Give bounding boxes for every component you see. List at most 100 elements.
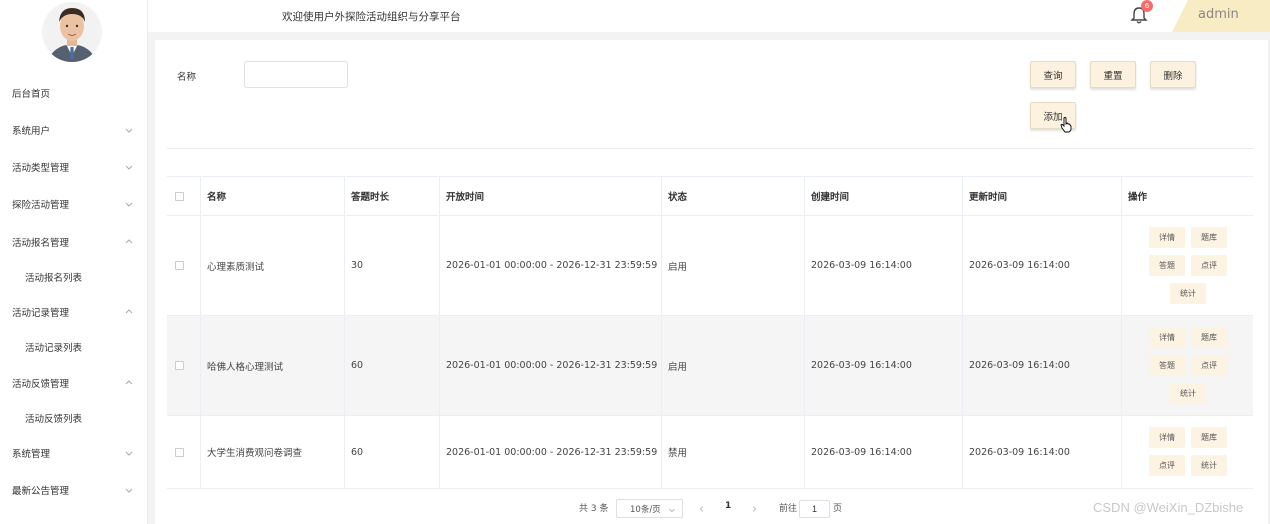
cell-open-time: 2026-01-01 00:00:00 - 2026-12-31 23:59:5…: [439, 416, 661, 488]
cell-updated: 2026-03-09 16:14:00: [962, 416, 1121, 488]
name-search-input[interactable]: [244, 61, 348, 88]
row-checkbox[interactable]: [175, 261, 184, 270]
chevron-up-icon: [125, 309, 133, 314]
row-checkbox[interactable]: [175, 447, 184, 457]
chevron-down-icon: [125, 451, 133, 456]
sidebar: 后台首页 系统用户 活动类型管理 探险活动管理 活动报名管理 活动报名列表 活动…: [0, 0, 148, 524]
username[interactable]: admin: [1198, 7, 1239, 22]
row-checkbox[interactable]: [175, 361, 184, 370]
review-button[interactable]: 点评: [1191, 255, 1227, 276]
sidebar-item-record-list[interactable]: 活动记录列表: [0, 329, 147, 365]
header-duration[interactable]: 答题时长: [344, 177, 439, 215]
next-page-icon[interactable]: [750, 505, 758, 513]
notification-badge: 6: [1141, 0, 1153, 12]
cell-actions: 详情 题库 答题 点评 统计: [1121, 216, 1253, 315]
cell-created: 2026-03-09 16:14:00: [804, 216, 962, 315]
sidebar-item-registration-mgmt[interactable]: 活动报名管理: [0, 224, 147, 260]
sidebar-item-label: 系统用户: [12, 126, 51, 137]
cell-duration: 30: [344, 216, 439, 315]
chevron-up-icon: [125, 239, 133, 244]
header-status[interactable]: 状态: [661, 177, 804, 215]
question-bank-button[interactable]: 题库: [1191, 427, 1227, 448]
sidebar-item-activity-types[interactable]: 活动类型管理: [0, 149, 147, 185]
table-row[interactable]: 哈佛人格心理测试 60 2026-01-01 00:00:00 - 2026-1…: [167, 316, 1253, 416]
sidebar-item-system-mgmt[interactable]: 系统管理: [0, 435, 147, 471]
cell-actions: 详情 题库 答题 点评 统计: [1121, 316, 1253, 415]
chevron-up-icon: [125, 380, 133, 385]
header-open-time[interactable]: 开放时间: [439, 177, 661, 215]
chevron-down-icon: [125, 165, 133, 170]
table-row[interactable]: 心理素质测试 30 2026-01-01 00:00:00 - 2026-12-…: [167, 216, 1253, 316]
sidebar-item-announcement-mgmt[interactable]: 最新公告管理: [0, 472, 147, 508]
goto-label: 前往: [779, 504, 798, 514]
page-size-value: 10条/页: [630, 504, 661, 515]
cell-name: 大学生消费观问卷调查: [200, 416, 344, 488]
cell-duration: 60: [344, 416, 439, 488]
sidebar-item-system-users[interactable]: 系统用户: [0, 112, 147, 148]
cell-open-time: 2026-01-01 00:00:00 - 2026-12-31 23:59:5…: [439, 316, 661, 415]
sidebar-item-label: 活动记录列表: [25, 343, 83, 354]
current-page-number[interactable]: 1: [725, 501, 731, 511]
review-button[interactable]: 点评: [1149, 455, 1185, 476]
prev-page-icon[interactable]: [698, 505, 706, 513]
page-size-select[interactable]: 10条/页: [616, 499, 683, 518]
sidebar-item-feedback-mgmt[interactable]: 活动反馈管理: [0, 365, 147, 401]
row-checkbox-cell: [167, 216, 200, 315]
watermark: CSDN @WeiXin_DZbishe: [1093, 500, 1244, 515]
reset-button[interactable]: 重置: [1090, 61, 1136, 88]
sidebar-item-label: 系统管理: [12, 449, 51, 460]
cell-status: 启用: [661, 216, 804, 315]
cell-status: 启用: [661, 316, 804, 415]
header-checkbox-cell: [167, 177, 200, 215]
sidebar-item-label: 活动记录管理: [12, 308, 70, 319]
header-actions: 操作: [1121, 177, 1253, 215]
sidebar-item-home[interactable]: 后台首页: [0, 75, 147, 111]
sidebar-item-label: 活动报名列表: [25, 273, 83, 284]
goto-page-input[interactable]: [799, 500, 830, 518]
query-button[interactable]: 查询: [1030, 61, 1076, 88]
chevron-down-icon: [125, 488, 133, 493]
search-label: 名称: [177, 72, 197, 83]
cell-updated: 2026-03-09 16:14:00: [962, 216, 1121, 315]
sidebar-item-label: 后台首页: [12, 89, 51, 100]
sidebar-item-record-mgmt[interactable]: 活动记录管理: [0, 294, 147, 330]
header-created[interactable]: 创建时间: [804, 177, 962, 215]
avatar[interactable]: [42, 2, 102, 62]
sidebar-item-adventure-activities[interactable]: 探险活动管理: [0, 186, 147, 222]
cell-status: 禁用: [661, 416, 804, 488]
row-checkbox-cell: [167, 316, 200, 415]
welcome-text: 欢迎使用户外探险活动组织与分享平台: [282, 11, 461, 23]
statistics-button[interactable]: 统计: [1170, 383, 1206, 404]
cell-created: 2026-03-09 16:14:00: [804, 416, 962, 488]
statistics-button[interactable]: 统计: [1191, 455, 1227, 476]
answer-button[interactable]: 答题: [1149, 255, 1185, 276]
review-button[interactable]: 点评: [1191, 355, 1227, 376]
chevron-down-icon: [125, 202, 133, 207]
cell-actions: 详情 题库 点评 统计: [1121, 416, 1253, 488]
delete-button[interactable]: 删除: [1150, 61, 1196, 88]
top-header: 欢迎使用户外探险活动组织与分享平台 6 admin: [148, 0, 1270, 32]
detail-button[interactable]: 详情: [1149, 327, 1185, 348]
sidebar-item-label: 活动反馈管理: [12, 379, 70, 390]
chevron-down-icon: [669, 508, 675, 513]
answer-button[interactable]: 答题: [1149, 355, 1185, 376]
select-all-checkbox[interactable]: [175, 191, 184, 201]
sidebar-item-label: 探险活动管理: [12, 200, 70, 211]
question-bank-button[interactable]: 题库: [1191, 227, 1227, 248]
table-row[interactable]: 大学生消费观问卷调查 60 2026-01-01 00:00:00 - 2026…: [167, 416, 1253, 489]
sidebar-item-label: 活动反馈列表: [25, 414, 83, 425]
detail-button[interactable]: 详情: [1149, 227, 1185, 248]
header-updated[interactable]: 更新时间: [962, 177, 1121, 215]
sidebar-item-feedback-list[interactable]: 活动反馈列表: [0, 400, 147, 436]
cell-open-time: 2026-01-01 00:00:00 - 2026-12-31 23:59:5…: [439, 216, 661, 315]
cell-created: 2026-03-09 16:14:00: [804, 316, 962, 415]
cell-name: 心理素质测试: [200, 216, 344, 315]
divider: [167, 148, 1253, 149]
sidebar-item-label: 活动类型管理: [12, 163, 70, 174]
detail-button[interactable]: 详情: [1149, 427, 1185, 448]
header-name[interactable]: 名称: [200, 177, 344, 215]
cell-name: 哈佛人格心理测试: [200, 316, 344, 415]
sidebar-item-registration-list[interactable]: 活动报名列表: [0, 259, 147, 295]
statistics-button[interactable]: 统计: [1170, 283, 1206, 304]
question-bank-button[interactable]: 题库: [1191, 327, 1227, 348]
